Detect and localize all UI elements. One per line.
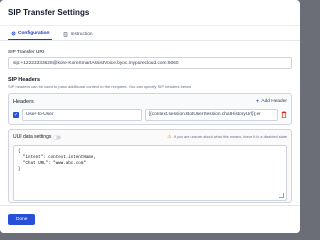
header-value-input[interactable]: {{context.session.BotUserSession.chatHis… — [144, 108, 278, 121]
code-line: } — [18, 168, 21, 172]
tab-configuration[interactable]: Configuration — [8, 31, 53, 40]
sip-uri-label: SIP Transfer URI — [8, 50, 45, 55]
uui-title-wrap: UUI data settings — [13, 134, 62, 140]
toggle-icon[interactable] — [53, 135, 62, 140]
header-enabled-checkbox[interactable]: ✓ — [13, 111, 19, 118]
document-icon — [64, 32, 68, 37]
uui-title: UUI data settings — [13, 134, 52, 140]
tab-instruction[interactable]: Instruction — [60, 32, 95, 40]
sip-transfer-settings-dialog: SIP Transfer Settings Configuration Inst… — [0, 0, 300, 233]
tab-label: Instruction — [70, 32, 93, 37]
dialog-body: SIP Transfer URI sip:+12223333628@kore-K… — [0, 42, 300, 205]
gear-icon — [11, 31, 16, 36]
header-row: ✓ User-to-User {{context.session.BotUser… — [13, 108, 287, 121]
sip-uri-input[interactable]: sip:+12223333628@kore-KoreSmartAssistVoi… — [8, 57, 292, 69]
dialog-footer: Done — [0, 205, 300, 233]
uui-header: UUI data settings ⚠ If you are unsure ab… — [13, 133, 287, 141]
resize-handle[interactable] — [279, 193, 284, 198]
headers-title: Headers — [13, 98, 34, 105]
done-button[interactable]: Done — [8, 214, 36, 225]
add-header-label: Add Header — [261, 99, 287, 104]
headers-box: Headers + Add Header ✓ User-to-User {{co… — [8, 93, 292, 125]
tab-label: Configuration — [18, 31, 50, 36]
tab-bar: Configuration Instruction — [0, 26, 300, 41]
uui-note: ⚠ If you are unsure about what this mean… — [167, 134, 287, 140]
header-key-input[interactable]: User-to-User — [21, 108, 142, 121]
plus-icon: + — [255, 98, 260, 105]
uui-data-settings-box: UUI data settings ⚠ If you are unsure ab… — [8, 129, 292, 203]
warning-icon: ⚠ — [167, 134, 172, 140]
add-header-button[interactable]: + Add Header — [256, 99, 287, 105]
sip-headers-description: SIP headers can be used to pass addition… — [8, 84, 192, 89]
uui-note-text: If you are unsure about what this means,… — [173, 135, 287, 139]
uui-code-editor[interactable]: { "intent": context.intentName, "Chat UR… — [13, 145, 287, 201]
headers-box-header: Headers + Add Header — [13, 97, 287, 106]
dialog-header: SIP Transfer Settings — [0, 0, 300, 26]
dialog-title: SIP Transfer Settings — [8, 8, 90, 17]
trash-icon[interactable] — [281, 111, 287, 118]
sip-headers-title: SIP Headers — [8, 77, 41, 83]
